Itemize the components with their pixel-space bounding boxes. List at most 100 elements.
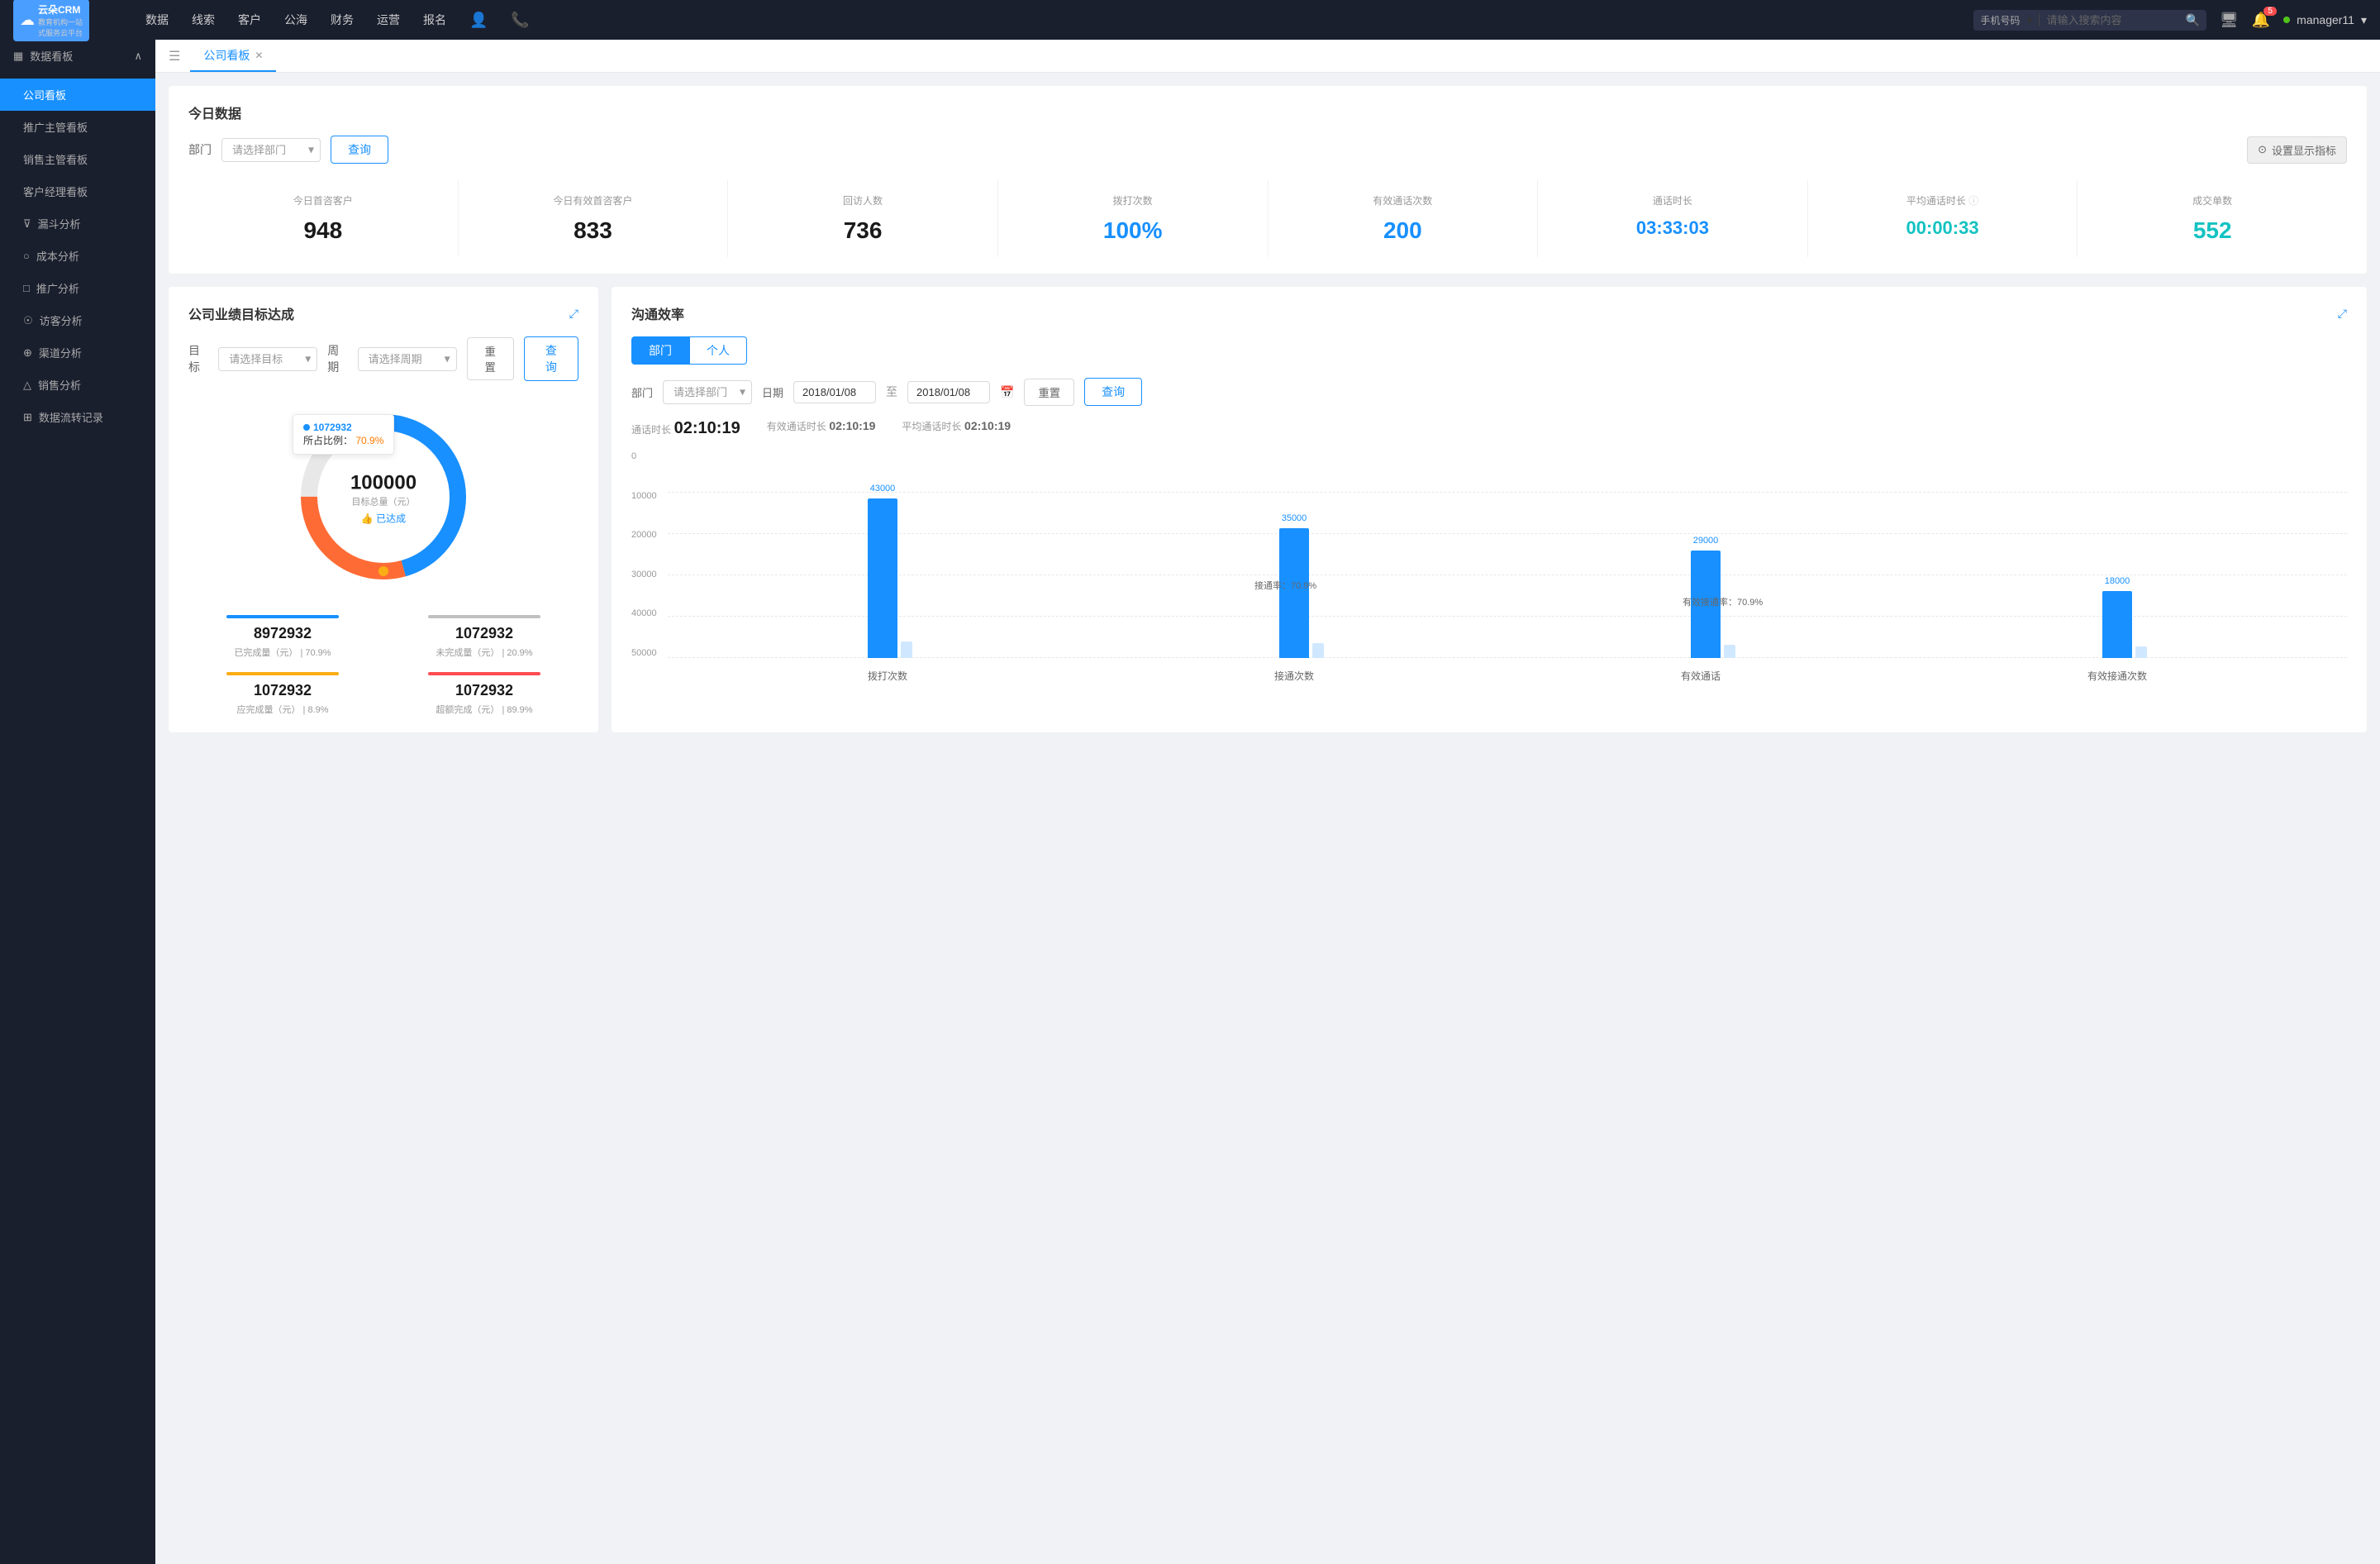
top-navigation: ☁ 云朵CRM 教育机构一站式服务云平台 数据 线索 客户 公海 财务 运营 报… xyxy=(0,0,2380,40)
comm-avg-duration: 平均通话时长 02:10:19 xyxy=(902,419,1011,438)
goal-stat-should-complete: 1072932 应完成量（元） | 8.9% xyxy=(188,672,377,716)
search-input[interactable] xyxy=(2046,14,2178,26)
sidebar-item-customer[interactable]: 客户经理看板 xyxy=(0,175,155,207)
bars-area: 43000 35000 xyxy=(668,451,2347,658)
comm-tabs: 部门 个人 xyxy=(631,336,2347,365)
comm-date-end[interactable] xyxy=(907,381,990,403)
monitor-icon[interactable]: 🖥 xyxy=(2220,12,2239,29)
sidebar-item-promo[interactable]: □ 推广分析 xyxy=(0,272,155,304)
notification-icon[interactable]: 🔔 5 xyxy=(2252,12,2270,29)
comm-panel-expand-icon[interactable]: ⤢ xyxy=(2338,307,2347,321)
logo-sub: 教育机构一站式服务云平台 xyxy=(38,17,83,38)
sidebar-item-dataflow[interactable]: ⊞ 数据流转记录 xyxy=(0,401,155,433)
search-type-select[interactable]: 手机号码 xyxy=(1980,13,2020,27)
y-label-3: 30000 xyxy=(631,570,668,579)
comm-panel: 沟通效率 ⤢ 部门 个人 部门 请选择部门 xyxy=(612,287,2367,732)
comm-panel-title: 沟通效率 xyxy=(631,303,684,323)
comm-panel-header: 沟通效率 ⤢ xyxy=(631,303,2347,323)
nav-operations[interactable]: 运营 xyxy=(377,8,400,31)
sidebar-item-promo-label: 推广分析 xyxy=(36,280,79,296)
sidebar-item-visitor[interactable]: ☉ 访客分析 xyxy=(0,304,155,336)
bar-effective-secondary xyxy=(1724,645,1735,658)
logo[interactable]: ☁ 云朵CRM 教育机构一站式服务云平台 xyxy=(13,0,129,41)
nav-public-sea[interactable]: 公海 xyxy=(284,8,307,31)
comm-query-button[interactable]: 查询 xyxy=(1084,378,1142,406)
goal-stat-over-complete-desc: 超额完成（元） | 89.9% xyxy=(390,703,578,716)
stats-row: 今日首咨客户 948 今日有效首咨客户 833 回访人数 736 拨打次数 10… xyxy=(188,180,2347,257)
goal-target-select[interactable]: 请选择目标 xyxy=(218,347,317,371)
stat-call-duration: 通话时长 03:33:03 xyxy=(1538,180,1808,257)
tab-menu-toggle[interactable]: ☰ xyxy=(169,48,180,64)
phone-icon[interactable]: 📞 xyxy=(511,12,529,29)
sidebar-item-funnel[interactable]: ⊽ 漏斗分析 xyxy=(0,207,155,240)
stat-first-consult-label: 今日首咨客户 xyxy=(195,193,451,207)
nav-customers[interactable]: 客户 xyxy=(238,8,261,31)
sidebar-item-sales[interactable]: 销售主管看板 xyxy=(0,143,155,175)
stat-effective-calls-label: 有效通话次数 xyxy=(1275,193,1531,207)
goal-stat-uncompleted-desc: 未完成量（元） | 20.9% xyxy=(390,646,578,659)
goal-stat-over-complete: 1072932 超额完成（元） | 89.9% xyxy=(390,672,578,716)
comm-tab-personal[interactable]: 个人 xyxy=(689,336,747,365)
stat-call-duration-value: 03:33:03 xyxy=(1545,217,1801,239)
user-info[interactable]: manager11 ▾ xyxy=(2283,13,2367,27)
y-label-1: 10000 xyxy=(631,491,668,501)
sidebar-item-salesanalysis[interactable]: △ 销售分析 xyxy=(0,369,155,401)
today-query-button[interactable]: 查询 xyxy=(331,136,388,164)
goal-stat-completed-num: 8972932 xyxy=(188,625,377,642)
goal-panel-expand-icon[interactable]: ⤢ xyxy=(569,307,578,321)
nav-data[interactable]: 数据 xyxy=(145,8,169,31)
goal-stat-over-complete-bar xyxy=(428,672,541,675)
notification-badge: 5 xyxy=(2263,7,2277,16)
comm-avg-duration-value: 02:10:19 xyxy=(964,419,1011,432)
comm-call-duration: 通话时长 02:10:19 xyxy=(631,419,740,438)
sidebar-collapse-icon: ∧ xyxy=(134,50,142,63)
bar-group-dial: 43000 xyxy=(868,498,912,658)
comm-effective-duration-label: 有效通话时长 xyxy=(767,421,826,432)
nav-finance[interactable]: 财务 xyxy=(331,8,354,31)
sidebar-item-company[interactable]: 公司看板 xyxy=(0,79,155,111)
avg-duration-help-icon: ⓘ xyxy=(1968,195,1978,207)
sidebar-group-data[interactable]: ▦ 数据看板 ∧ xyxy=(0,40,155,72)
stat-effective-consult-value: 833 xyxy=(465,217,721,244)
sidebar-item-dataflow-icon: ⊞ xyxy=(23,411,32,424)
main-content: ☰ 公司看板 ✕ 今日数据 部门 请选择部门 xyxy=(155,40,2380,746)
sidebar-item-channel-label: 渠道分析 xyxy=(39,345,82,360)
sidebar-item-sales-label: 销售主管看板 xyxy=(23,151,88,167)
stat-call-duration-label: 通话时长 xyxy=(1545,193,1801,207)
date-range-separator: 至 xyxy=(886,384,897,400)
goal-query-button[interactable]: 查询 xyxy=(524,336,578,381)
x-label-connect: 接通次数 xyxy=(1274,669,1314,683)
dept-select[interactable]: 请选择部门 xyxy=(221,138,321,162)
nav-leads[interactable]: 线索 xyxy=(192,8,215,31)
bar-effective-value: 29000 xyxy=(1693,536,1719,546)
comm-tab-dept[interactable]: 部门 xyxy=(631,336,689,365)
goal-reset-button[interactable]: 重置 xyxy=(467,337,514,380)
sidebar-group-icon: ▦ xyxy=(13,50,23,63)
search-button[interactable]: 🔍 xyxy=(2185,13,2199,27)
chart-tooltip: 1072932 所占比例： 70.9% xyxy=(293,414,394,455)
sidebar-item-promotion[interactable]: 推广主管看板 xyxy=(0,111,155,143)
calendar-icon[interactable]: 📅 xyxy=(1000,385,1014,399)
comm-dept-select[interactable]: 请选择部门 xyxy=(663,380,752,404)
goal-panel-header: 公司业绩目标达成 ⤢ xyxy=(188,303,578,323)
sidebar-item-channel[interactable]: ⊕ 渠道分析 xyxy=(0,336,155,369)
sidebar-item-cost-icon: ○ xyxy=(23,250,30,262)
x-label-effective-connect: 有效接通次数 xyxy=(2087,669,2147,683)
y-axis-labels: 50000 40000 30000 20000 10000 0 xyxy=(631,451,668,658)
sidebar-item-dataflow-label: 数据流转记录 xyxy=(39,409,103,425)
comm-date-start[interactable] xyxy=(793,381,876,403)
sidebar-item-cost[interactable]: ○ 成本分析 xyxy=(0,240,155,272)
person-icon[interactable]: 👤 xyxy=(469,12,488,29)
tab-close-icon[interactable]: ✕ xyxy=(255,50,263,61)
comm-reset-button[interactable]: 重置 xyxy=(1024,379,1074,406)
sidebar-item-visitor-icon: ☉ xyxy=(23,314,33,327)
nav-enrollment[interactable]: 报名 xyxy=(423,8,446,31)
comm-call-duration-label: 通话时长 xyxy=(631,424,671,436)
donut-label: 100000 目标总量（元） 👍 已达成 xyxy=(350,471,416,525)
bar-dial-secondary xyxy=(901,641,912,658)
username: manager11 xyxy=(2297,13,2354,26)
goal-period-select[interactable]: 请选择周期 xyxy=(358,347,457,371)
settings-display-button[interactable]: ⊙ 设置显示指标 xyxy=(2247,136,2347,164)
tab-company-board[interactable]: 公司看板 ✕ xyxy=(190,41,276,72)
y-label-5: 50000 xyxy=(631,648,668,658)
